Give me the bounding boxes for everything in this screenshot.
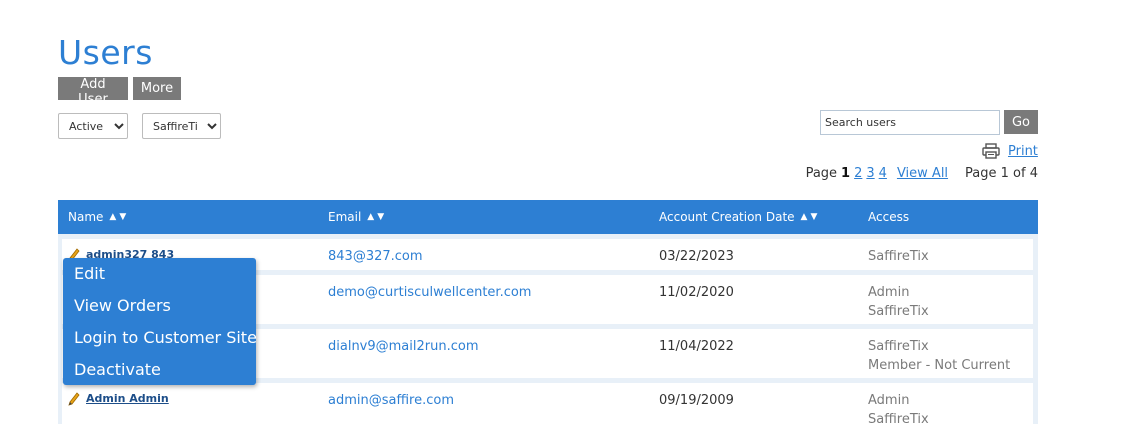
user-email[interactable]: admin@saffire.com [328,391,454,410]
column-header-email[interactable]: Email ▲ ▼ [328,210,384,224]
user-email[interactable]: demo@curtisculwellcenter.com [328,283,531,302]
page-3-link[interactable]: 3 [866,166,874,181]
site-filter-select[interactable]: SaffireTix [142,113,221,139]
user-name-link[interactable]: Admin Admin [86,389,169,408]
table-header: Name ▲ ▼ Email ▲ ▼ Account Creation Date ▲… [58,200,1038,234]
menu-item-edit[interactable]: Edit [74,264,105,283]
account-creation-date: 11/02/2020 [659,285,734,300]
column-header-access: Access [868,210,909,224]
page-1-current: 1 [841,166,851,181]
user-name-cell[interactable]: Admin Admin [68,389,169,408]
column-label: Account Creation Date [659,210,795,224]
column-label: Email [328,210,362,224]
menu-item-login-customer-site[interactable]: Login to Customer Site [74,328,257,347]
more-button[interactable]: More [133,77,181,100]
pencil-edit-icon[interactable] [68,391,80,406]
sort-ascending-icon[interactable]: ▲ [801,212,808,222]
page-4-link[interactable]: 4 [879,166,887,181]
user-access: Admin SaffireTix [868,391,929,424]
user-context-menu: Edit View Orders Login to Customer Site … [63,258,257,385]
view-all-link[interactable]: View All [897,166,948,181]
access-entry: Member - Not Current [868,358,1011,373]
account-creation-date: 03/22/2023 [659,249,734,264]
access-entry: SaffireTix [868,339,929,354]
go-button[interactable]: Go [1004,110,1038,134]
pagination-prefix: Page [805,166,838,181]
user-email[interactable]: 843@327.com [328,247,423,266]
access-entry: SaffireTix [868,249,929,264]
account-creation-date: 09/19/2009 [659,393,734,408]
print-link[interactable]: Print [1008,144,1038,159]
access-entry: SaffireTix [868,412,929,424]
column-label: Name [68,210,104,224]
access-entry: Admin [868,393,910,408]
menu-item-deactivate[interactable]: Deactivate [74,360,161,379]
printer-icon[interactable] [982,143,1000,159]
user-access: Admin SaffireTix [868,283,929,321]
column-label: Access [868,210,910,224]
table-row: Admin Admin admin@saffire.com 09/19/2009… [62,383,1033,424]
column-header-date[interactable]: Account Creation Date ▲ ▼ [659,210,817,224]
add-user-button[interactable]: Add User [58,77,128,107]
page-of-label: Page 1 of 4 [965,166,1038,181]
search-users-input[interactable] [820,110,1000,135]
access-entry: Admin [868,285,910,300]
pagination: Page 1 2 3 4 View All Page 1 of 4 [806,166,1038,181]
access-entry: SaffireTix [868,304,929,319]
page-2-link[interactable]: 2 [854,166,862,181]
sort-descending-icon[interactable]: ▼ [119,212,126,222]
sort-ascending-icon[interactable]: ▲ [109,212,116,222]
print-control[interactable]: Print [982,143,1038,159]
user-access: SaffireTix Member - Not Current [868,337,1010,375]
column-header-name[interactable]: Name ▲ ▼ [68,210,126,224]
status-filter-select[interactable]: Active [58,113,128,139]
sort-descending-icon[interactable]: ▼ [377,212,384,222]
sort-ascending-icon[interactable]: ▲ [367,212,374,222]
account-creation-date: 11/04/2022 [659,339,734,354]
user-access: SaffireTix [868,247,929,266]
sort-descending-icon[interactable]: ▼ [810,212,817,222]
menu-item-view-orders[interactable]: View Orders [74,296,171,315]
user-email[interactable]: dialnv9@mail2run.com [328,337,479,356]
page-title: Users [58,33,153,72]
